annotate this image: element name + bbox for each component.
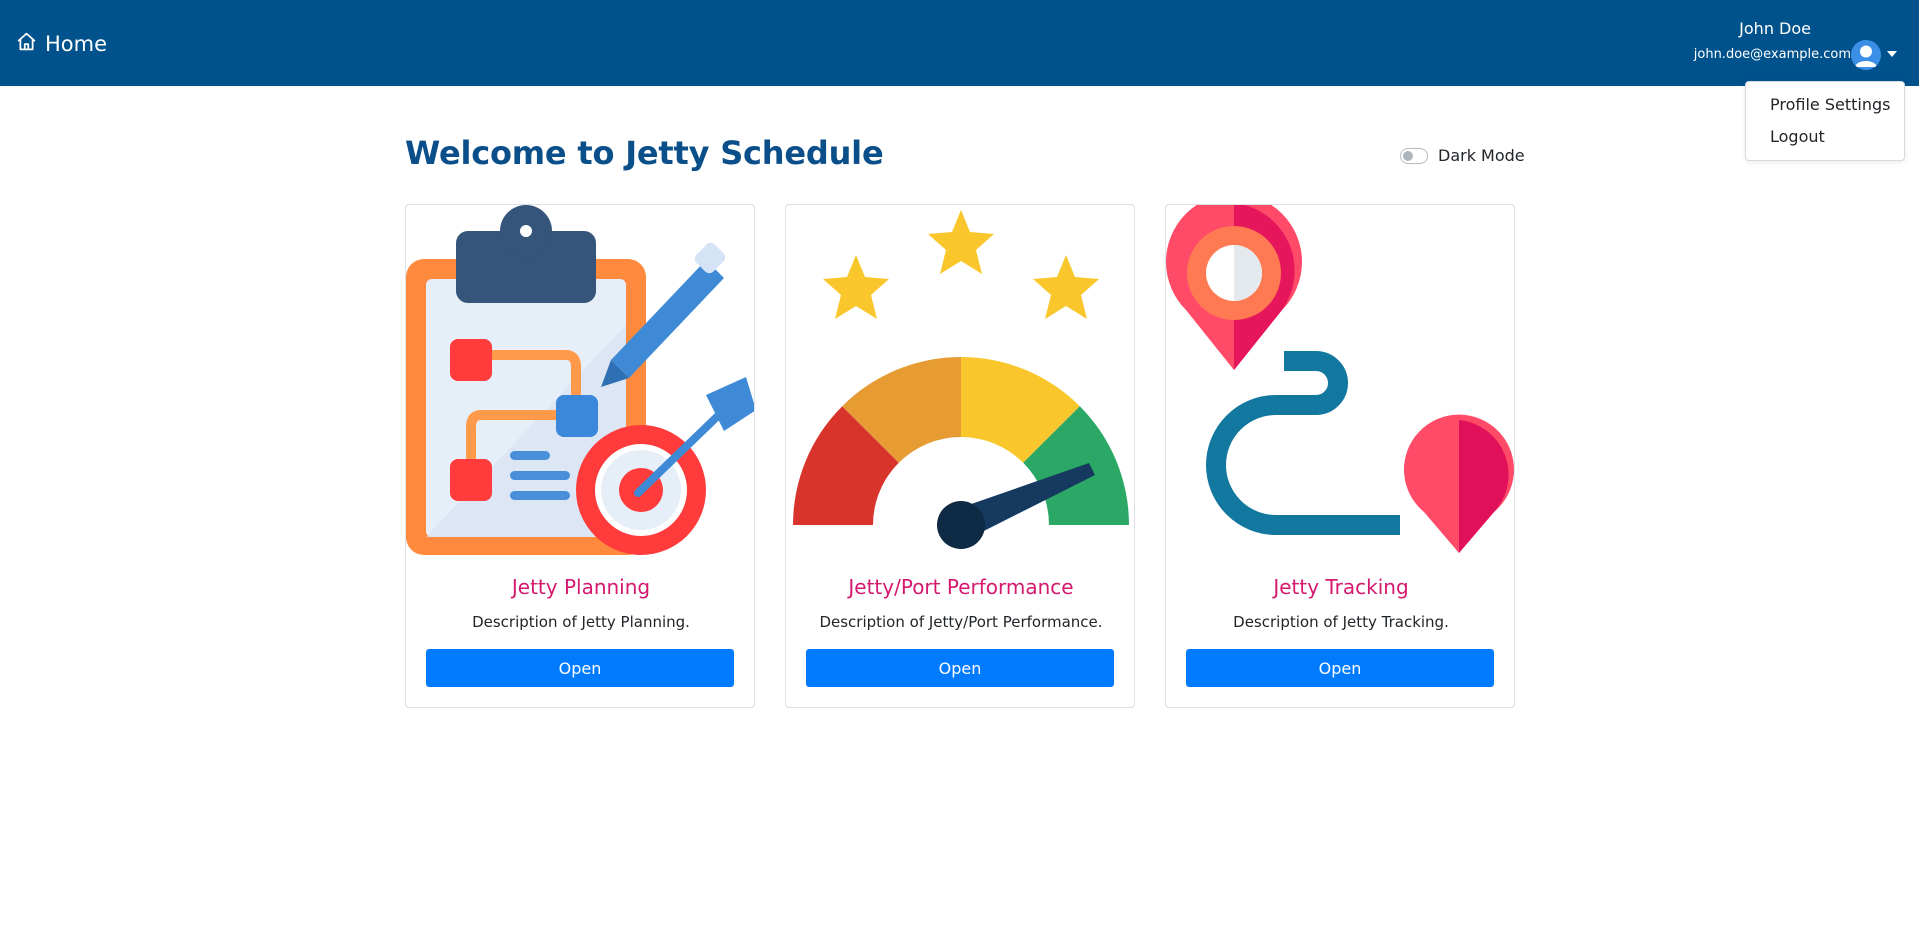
gauge-stars-icon <box>793 210 1129 549</box>
open-jetty-planning-button[interactable]: Open <box>426 649 734 687</box>
dark-mode-switch[interactable] <box>1400 147 1428 164</box>
card-jetty-port-performance: Jetty/Port Performance Description of Je… <box>785 204 1135 708</box>
chevron-down-icon[interactable] <box>1887 51 1897 57</box>
user-email: john.doe@example.com <box>1693 47 1851 62</box>
user-account: John Doe john.doe@example.com <box>1694 18 1899 70</box>
home-label: Home <box>45 32 108 56</box>
menu-item-profile-settings[interactable]: Profile Settings <box>1770 95 1890 114</box>
card-title: Jetty/Port Performance <box>848 575 1074 599</box>
page-title: Welcome to Jetty Schedule <box>405 134 884 172</box>
user-name: John Doe <box>1739 19 1811 38</box>
home-link[interactable]: Home <box>16 30 107 58</box>
card-jetty-tracking: Jetty Tracking Description of Jetty Trac… <box>1165 204 1515 708</box>
home-icon <box>16 31 37 57</box>
menu-item-logout[interactable]: Logout <box>1770 127 1825 146</box>
card-title: Jetty Planning <box>511 575 651 599</box>
card-description: Description of Jetty/Port Performance. <box>819 613 1103 631</box>
card-description: Description of Jetty Tracking. <box>1233 613 1449 631</box>
user-avatar-icon[interactable] <box>1851 40 1881 70</box>
card-description: Description of Jetty Planning. <box>472 613 690 631</box>
card-title: Jetty Tracking <box>1273 575 1409 599</box>
clipboard-target-icon <box>406 205 754 555</box>
user-dropdown-menu: Profile Settings Logout <box>1745 81 1905 161</box>
open-jetty-port-performance-button[interactable]: Open <box>806 649 1114 687</box>
card-jetty-planning: Jetty Planning Description of Jetty Plan… <box>405 204 755 708</box>
top-navbar: Home John Doe john.doe@example.com <box>0 0 1919 86</box>
dark-mode-toggle[interactable]: Dark Mode <box>1400 146 1525 165</box>
map-route-pins-icon <box>1166 205 1514 553</box>
dark-mode-label: Dark Mode <box>1438 146 1525 165</box>
open-jetty-tracking-button[interactable]: Open <box>1186 649 1494 687</box>
